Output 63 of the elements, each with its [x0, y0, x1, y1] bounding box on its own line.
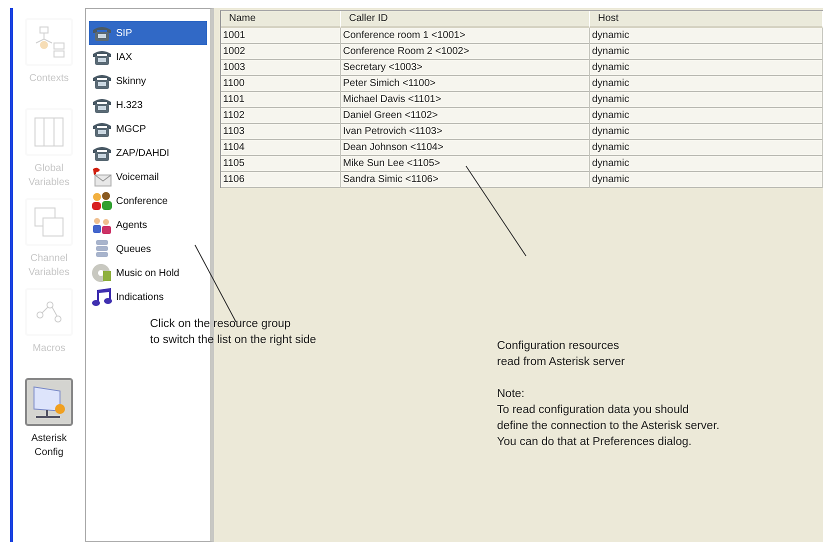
table-cell: dynamic [590, 60, 823, 76]
table-cell: Conference room 1 <1001> [341, 28, 590, 44]
table-cell: Sandra Simic <1106> [341, 172, 590, 188]
table-cell: Daniel Green <1102> [341, 108, 590, 124]
table-cell: dynamic [590, 108, 823, 124]
nav-button[interactable] [25, 378, 73, 426]
table-cell: 1002 [221, 44, 341, 60]
table-cell: 1003 [221, 60, 341, 76]
table-cell: dynamic [590, 28, 823, 44]
table-cell: dynamic [590, 76, 823, 92]
table-cell: Mike Sun Lee <1105> [341, 156, 590, 172]
table-cell: Ivan Petrovich <1103> [341, 124, 590, 140]
annotation-text: Configuration resources read from Asterisk server [497, 339, 626, 370]
resource-group-item[interactable]: Agents [89, 213, 207, 237]
resource-group-item[interactable]: Skinny [89, 69, 207, 93]
resource-group-item[interactable]: Voicemail [89, 165, 207, 189]
resource-group-item[interactable]: SIP [89, 21, 207, 45]
table-cell: Conference Room 2 <1002> [341, 44, 590, 60]
table-cell: 1100 [221, 76, 341, 92]
table-cell: Peter Simich <1100> [341, 76, 590, 92]
table-cell: dynamic [590, 124, 823, 140]
table-cell: 1104 [221, 140, 341, 156]
grid-icon [32, 115, 66, 149]
telephone-icon [91, 24, 113, 42]
nav-label: Asterisk Config [30, 432, 68, 460]
column-header[interactable]: Host [590, 11, 823, 28]
table-cell: dynamic [590, 172, 823, 188]
table-cell: dynamic [590, 140, 823, 156]
table-cell: Michael Davis <1101> [341, 92, 590, 108]
resource-group-item[interactable]: Queues [89, 237, 207, 261]
disc-icon [91, 263, 113, 283]
telephone-icon [91, 96, 113, 114]
column-header[interactable]: Name [221, 11, 341, 28]
table-cell: Secretary <1003> [341, 60, 590, 76]
resource-group-item[interactable]: Music on Hold [89, 261, 207, 285]
voicemail-icon [91, 167, 113, 187]
table-cell: 1102 [221, 108, 341, 124]
table-cell: dynamic [590, 92, 823, 108]
table-cell: 1105 [221, 156, 341, 172]
people-icon [91, 216, 113, 234]
people-icon [91, 191, 113, 211]
music-note-icon [91, 287, 113, 307]
telephone-icon [91, 48, 113, 66]
table-cell: dynamic [590, 156, 823, 172]
table-cell: Dean Johnson <1104> [341, 140, 590, 156]
table-cell: 1101 [221, 92, 341, 108]
telephone-icon [91, 72, 113, 90]
resource-group-item[interactable]: Conference [89, 189, 207, 213]
column-header[interactable]: Caller ID [341, 11, 590, 28]
table-cell: dynamic [590, 44, 823, 60]
resource-group-item[interactable]: H.323 [89, 93, 207, 117]
resource-group-item[interactable]: ZAP/DAHDI [89, 141, 207, 165]
table-cell: 1106 [221, 172, 341, 188]
resource-group-item[interactable]: MGCP [89, 117, 207, 141]
annotation-text: Note: To read configuration data you should define the connection to the Asterisk server. You can do that at Preferences dialog. [497, 387, 720, 450]
annotation-text: Click on the resource group to switch the list on the right side [150, 317, 316, 348]
telephone-icon [91, 120, 113, 138]
windows-icon [32, 205, 66, 239]
resource-group-item[interactable]: IAX [89, 45, 207, 69]
table-cell: 1001 [221, 28, 341, 44]
resource-group-item[interactable]: Indications [89, 285, 207, 309]
table-cell: 1103 [221, 124, 341, 140]
telephone-icon [91, 144, 113, 162]
